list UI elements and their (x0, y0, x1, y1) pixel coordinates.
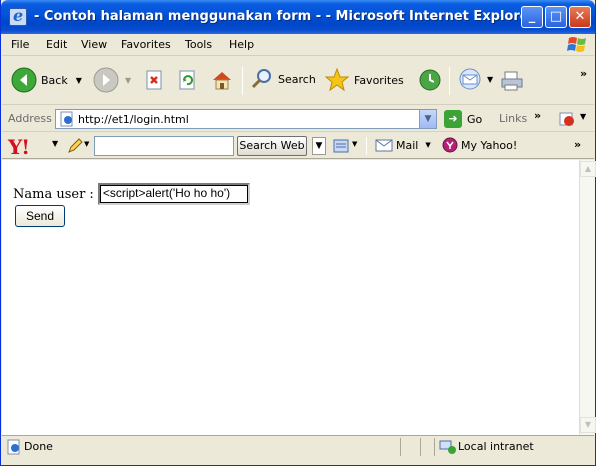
pencil-icon[interactable] (66, 137, 84, 155)
toolbar-separator (449, 67, 450, 95)
address-input[interactable]: http://et1/login.html ▼ (55, 109, 437, 129)
toolbar-more-chevron[interactable]: » (580, 67, 587, 80)
standard-toolbar: Back ▼ ▼ Search Favorites ▼ » (2, 57, 594, 105)
links-chevron[interactable]: » (534, 109, 541, 122)
menu-edit[interactable]: Edit (46, 38, 67, 51)
send-button[interactable]: Send (15, 205, 65, 227)
search-icon (251, 69, 271, 89)
mail-link-dropdown-icon[interactable]: ▼ (425, 141, 430, 149)
scroll-down-icon[interactable]: ▼ (580, 417, 596, 433)
yahoo-more-chevron[interactable]: » (574, 138, 581, 151)
local-intranet-icon (439, 440, 456, 454)
back-dropdown-icon[interactable]: ▼ (76, 76, 82, 85)
menu-favorites[interactable]: Favorites (121, 38, 171, 51)
window-title: - Contoh halaman menggunakan form - - Mi… (34, 9, 536, 24)
pencil-dropdown-icon[interactable]: ▼ (84, 140, 89, 148)
nama-user-input[interactable]: <script>alert('Ho ho ho') (97, 183, 250, 205)
address-bar: Address http://et1/login.html ▼ ➜ Go Lin… (2, 106, 594, 132)
toolbar-separator (242, 67, 243, 95)
status-divider (434, 438, 435, 456)
links-label[interactable]: Links (499, 112, 527, 125)
menu-bar: File Edit View Favorites Tools Help (2, 34, 594, 56)
status-text: Done (24, 440, 53, 453)
page-icon (60, 111, 73, 127)
yahoo-logo-icon[interactable]: Y! (8, 135, 30, 159)
mail-envelope-icon (375, 139, 393, 152)
maximize-button[interactable]: □ (545, 6, 567, 28)
mail-dropdown-icon[interactable]: ▼ (487, 75, 493, 84)
ie-icon (9, 6, 27, 26)
stop-icon[interactable] (145, 70, 165, 90)
search-web-button[interactable]: Search Web (237, 136, 307, 156)
mail-button[interactable]: ▼ (457, 67, 493, 91)
yahoo-search-input[interactable] (94, 136, 234, 156)
forward-dropdown-icon[interactable]: ▼ (125, 76, 131, 85)
address-label: Address (8, 112, 52, 125)
yahoo-logo-dropdown-icon[interactable]: ▼ (52, 139, 58, 148)
search-button[interactable]: Search (250, 67, 316, 91)
go-button[interactable]: ➜ Go (444, 110, 482, 128)
nama-user-label: Nama user : (13, 186, 94, 202)
back-button[interactable]: Back ▼ (11, 67, 82, 93)
status-divider (400, 438, 401, 456)
mail-label: Mail (396, 138, 419, 152)
minimize-button[interactable]: _ (521, 6, 543, 28)
status-bar: Done Local intranet (2, 435, 594, 457)
maximize-icon: □ (549, 9, 563, 24)
go-arrow-icon: ➜ (444, 110, 462, 128)
minimize-icon: _ (528, 9, 536, 24)
title-bar[interactable]: - Contoh halaman menggunakan form - - Mi… (1, 0, 595, 34)
highlight-icon[interactable] (332, 137, 352, 155)
address-url: http://et1/login.html (78, 113, 189, 126)
scroll-up-icon[interactable]: ▲ (580, 161, 596, 177)
status-divider (420, 438, 421, 456)
vertical-scrollbar[interactable]: ▲ ▼ (579, 160, 596, 435)
highlight-dropdown-icon[interactable]: ▼ (352, 140, 357, 148)
back-arrow-icon (11, 67, 37, 93)
links-extra-icon[interactable] (558, 110, 576, 128)
back-label: Back (41, 73, 68, 87)
favorites-label: Favorites (354, 73, 404, 87)
home-icon[interactable] (210, 68, 234, 92)
forward-arrow-icon (93, 67, 119, 93)
favorites-button[interactable]: Favorites (324, 67, 404, 93)
close-icon: ✕ (574, 9, 586, 24)
menu-tools[interactable]: Tools (185, 38, 212, 51)
my-yahoo-icon (442, 137, 458, 153)
search-label: Search (278, 72, 316, 86)
print-icon[interactable] (500, 70, 524, 92)
status-zone: Local intranet (458, 440, 534, 453)
go-label: Go (467, 112, 483, 126)
mail-link[interactable]: Mail ▼ (375, 138, 431, 152)
ie-window: - Contoh halaman menggunakan form - - Mi… (0, 0, 596, 466)
refresh-icon[interactable] (178, 70, 198, 90)
close-button[interactable]: ✕ (569, 6, 591, 28)
my-yahoo-link[interactable]: My Yahoo! (442, 137, 517, 153)
menu-file[interactable]: File (11, 38, 29, 51)
login-form-row: Nama user : <script>alert('Ho ho ho') (13, 183, 250, 205)
history-icon[interactable] (418, 68, 442, 92)
windows-logo-icon (567, 37, 586, 52)
mail-icon (459, 68, 481, 90)
my-yahoo-label: My Yahoo! (461, 138, 518, 152)
forward-button[interactable]: ▼ (93, 67, 131, 93)
menu-help[interactable]: Help (229, 38, 254, 51)
done-page-icon (7, 439, 20, 455)
menu-view[interactable]: View (81, 38, 107, 51)
favorites-star-icon (324, 67, 350, 92)
yahoo-toolbar: Y! ▼ ▼ Search Web ▼ ▼ Mail ▼ My Yahoo! » (2, 133, 594, 159)
address-dropdown-icon[interactable]: ▼ (419, 110, 436, 128)
search-web-dropdown-icon[interactable]: ▼ (312, 137, 326, 155)
yahoo-separator (366, 137, 367, 155)
links-extra-dropdown-icon[interactable]: ▼ (580, 112, 586, 121)
page-content: Nama user : <script>alert('Ho ho ho') Se… (2, 160, 579, 435)
